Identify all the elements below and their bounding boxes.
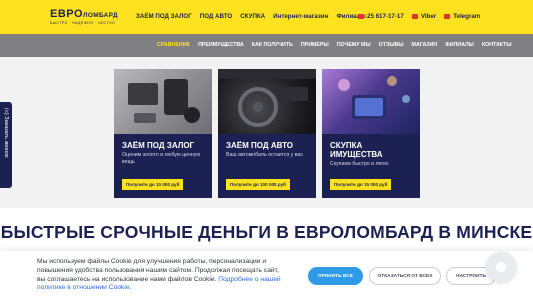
card-auto[interactable]: ЗАЁМ ПОД АВТО Ваш автомобиль остается у …	[218, 69, 316, 198]
subnav-item-how-to-get[interactable]: КАК ПОЛУЧИТЬ	[252, 42, 293, 48]
logo[interactable]: ЕВРОЛОМБАРД БЫСТРО · НАДЁЖНО · ЧЕСТНО	[50, 8, 122, 28]
nav-item-auto[interactable]: ПОД АВТО	[200, 13, 232, 20]
nav-item-shop[interactable]: Интернет-магазин	[273, 13, 328, 20]
callback-tab[interactable]: («) Заказать звонок	[0, 102, 12, 188]
logo-lombard: ЛОМБАРД	[83, 12, 118, 19]
card-loan-button[interactable]: Получите до 10 000 руб	[122, 179, 184, 190]
card-loan[interactable]: ЗАЁМ ПОД ЗАЛОГ Оценим золото и любую цен…	[114, 69, 212, 198]
card-loan-desc: Оценим золото и любую ценную вещь	[122, 152, 201, 165]
subnav-item-why-us[interactable]: ПОЧЕМУ МЫ	[337, 42, 371, 48]
service-cards: ЗАЁМ ПОД ЗАЛОГ Оценим золото и любую цен…	[114, 69, 420, 198]
contact-telegram[interactable]: Telegram	[444, 13, 480, 20]
accept-all-button[interactable]: ПРИНЯТЬ ВСЕ	[308, 267, 363, 285]
subnav-item-branches[interactable]: ФИЛИАЛЫ	[445, 42, 474, 48]
subnav-item-contacts[interactable]: КОНТАКТЫ	[482, 42, 512, 48]
subnav-item-reviews[interactable]: ОТЗЫВЫ	[379, 42, 404, 48]
callback-tab-label: («) Заказать звонок	[3, 108, 9, 158]
main-nav: ЗАЁМ ПОД ЗАЛОГ ПОД АВТО СКУПКА Интернет-…	[136, 13, 366, 20]
cookie-text: Мы используем файлы Cookie для улучшения…	[37, 258, 287, 293]
card-auto-image	[218, 69, 316, 134]
logo-tagline: БЫСТРО · НАДЁЖНО · ЧЕСТНО	[50, 21, 116, 25]
logo-evro: ЕВРО	[50, 8, 84, 20]
card-buyout[interactable]: СКУПКА ИМУЩЕСТВА Скупаем быстро и легко …	[322, 69, 420, 198]
card-auto-title: ЗАЁМ ПОД АВТО	[226, 141, 293, 150]
card-loan-title: ЗАЁМ ПОД ЗАЛОГ	[122, 141, 195, 150]
card-auto-desc: Ваш автомобиль остается у вас	[226, 152, 303, 158]
card-buyout-title: СКУПКА ИМУЩЕСТВА	[330, 141, 383, 159]
contact-phone-label: 25 617-17-17	[367, 13, 404, 20]
card-buyout-desc: Скупаем быстро и легко	[330, 161, 389, 167]
section-heading: БЫСТРЫЕ СРОЧНЫЕ ДЕНЬГИ В ЕВРОЛОМБАРД В М…	[0, 222, 533, 242]
card-buyout-button[interactable]: Получите до 15 000 руб	[330, 179, 392, 190]
card-auto-button[interactable]: Получите до 100 000 руб	[226, 179, 290, 190]
card-buyout-image	[322, 69, 420, 134]
section-nav: СРАВНЕНИЕ ПРЕИМУЩЕСТВА КАК ПОЛУЧИТЬ ПРИМ…	[0, 34, 533, 57]
card-loan-image	[114, 69, 212, 134]
contact-telegram-label: Telegram	[453, 13, 481, 20]
nav-item-buyout[interactable]: СКУПКА	[240, 13, 265, 20]
subnav-item-comparison[interactable]: СРАВНЕНИЕ	[157, 42, 190, 48]
subnav-item-examples[interactable]: ПРИМЕРЫ	[301, 42, 329, 48]
contact-phone[interactable]: 25 617-17-17	[358, 13, 404, 20]
subnav-item-advantages[interactable]: ПРЕИМУЩЕСТВА	[198, 42, 244, 48]
contacts: 25 617-17-17 Viber Telegram	[358, 13, 480, 20]
phone-icon	[358, 14, 364, 19]
chat-widget-icon[interactable]	[486, 252, 516, 282]
contact-viber[interactable]: Viber	[411, 13, 437, 20]
contact-viber-label: Viber	[420, 13, 437, 20]
telegram-icon	[444, 14, 451, 19]
cookie-banner: Мы используем файлы Cookie для улучшения…	[0, 251, 533, 300]
reject-all-button[interactable]: ОТКАЗАТЬСЯ ОТ ВСЕХ	[369, 267, 441, 285]
viber-icon	[411, 14, 418, 19]
subnav-item-shop[interactable]: МАГАЗИН	[412, 42, 438, 48]
nav-item-loan[interactable]: ЗАЁМ ПОД ЗАЛОГ	[136, 13, 192, 20]
top-header: ЕВРОЛОМБАРД БЫСТРО · НАДЁЖНО · ЧЕСТНО ЗА…	[0, 0, 533, 34]
